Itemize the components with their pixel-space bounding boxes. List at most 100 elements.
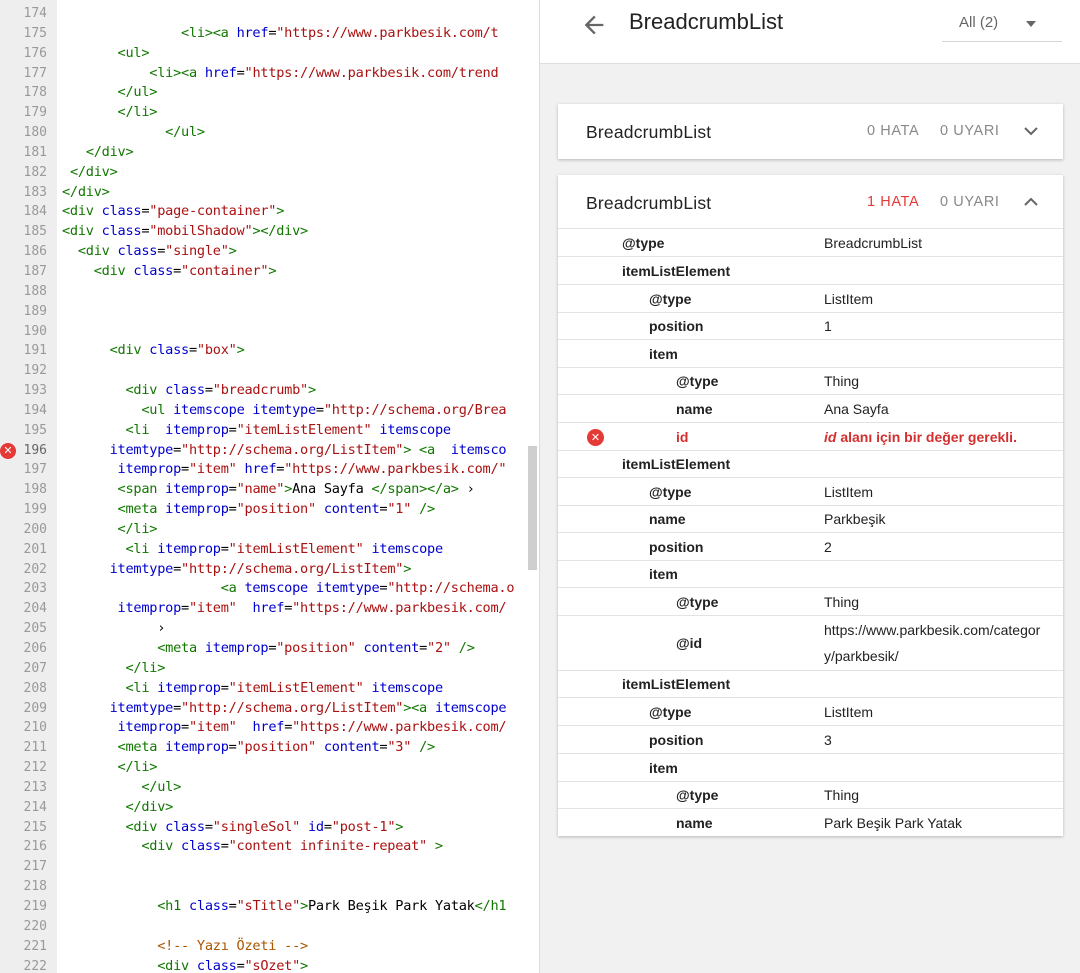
code-line: 175 <li><a href="https://www.parkbesik.c… (0, 24, 540, 44)
property-row[interactable]: item (558, 560, 1063, 587)
property-key: @type (676, 373, 719, 389)
property-row[interactable]: position 3 (558, 725, 1063, 753)
code-token: <meta (117, 501, 166, 518)
code-text: <li><a href="https://www.parkbesik.com/t (62, 24, 499, 44)
code-token: "box" (196, 342, 237, 359)
property-row[interactable]: item (558, 339, 1063, 367)
property-key: @type (649, 484, 692, 500)
code-token: = (181, 461, 189, 478)
error-count: 1 HATA (867, 194, 920, 210)
code-text: </li> (62, 659, 165, 679)
line-number: 217 (23, 859, 47, 875)
property-row[interactable]: @type Thing (558, 367, 1063, 394)
code-line: 200 </li> (0, 520, 540, 540)
code-token: "breadcrumb" (212, 382, 308, 399)
code-line: 190 (0, 322, 540, 342)
code-token: itemprop (204, 640, 269, 656)
code-token: itemprop (165, 421, 229, 438)
code-token: class (149, 342, 189, 359)
property-key: @type (676, 787, 719, 803)
code-token: class (101, 223, 142, 240)
property-row[interactable]: position 2 (558, 532, 1063, 560)
line-number: 178 (23, 85, 47, 101)
property-row[interactable]: itemListElement (558, 256, 1063, 284)
code-token: class (133, 262, 174, 279)
code-editor[interactable]: 174 175 <li><a href="https://www.parkbesi… (0, 0, 540, 973)
code-token: "https://www.parkbesik.com/trend (244, 64, 499, 81)
code-token: > (395, 818, 404, 835)
code-token: "https://www.parkbesik.com/" (284, 461, 507, 478)
property-row[interactable]: position 1 (558, 312, 1063, 339)
code-text: itemprop="item" href="https://www.parkbe… (62, 460, 507, 480)
line-number: 192 (23, 363, 47, 379)
error-count: 0 HATA (867, 123, 920, 139)
filter-select[interactable]: All (2) (942, 4, 1062, 42)
code-text: <!-- Yazı Özeti --> (62, 937, 308, 957)
error-circle-icon: ✕ (587, 429, 604, 446)
property-row[interactable]: @type ListItem (558, 477, 1063, 505)
line-number: 196 (23, 442, 47, 458)
code-token: = (284, 719, 293, 736)
property-row[interactable]: itemListElement (558, 670, 1063, 697)
property-row[interactable]: name Park Beşik Park Yatak (558, 808, 1063, 836)
code-lines: 174 175 <li><a href="https://www.parkbesi… (0, 4, 540, 973)
code-scrollbar[interactable] (528, 446, 537, 570)
code-token: "itemListElement" (228, 679, 364, 696)
result-card-header[interactable]: BreadcrumbList 0 HATA 0 UYARI (558, 104, 1063, 159)
back-button[interactable] (580, 11, 608, 39)
card-title: BreadcrumbList (586, 193, 712, 213)
property-row[interactable]: @type ListItem (558, 697, 1063, 725)
code-text: </li> (62, 103, 158, 123)
code-token: itemprop (157, 679, 221, 696)
property-row[interactable]: @type Thing (558, 781, 1063, 808)
property-key: position (649, 732, 704, 748)
code-token: content (315, 501, 380, 518)
code-text: <span itemprop="name">Ana Sayfa </span><… (62, 480, 475, 500)
code-token: "https://www.parkbesik.com/ (292, 719, 507, 736)
property-value: Ana Sayfa (824, 401, 889, 417)
property-row[interactable]: @id https://www.parkbesik.com/category/pa… (558, 615, 1063, 670)
code-token: = (173, 699, 182, 716)
line-number: 206 (23, 641, 47, 656)
code-token: /> (450, 640, 475, 656)
line-number: 185 (23, 224, 47, 240)
code-token: temscope itemtype (244, 580, 380, 597)
line-number: 194 (23, 402, 47, 418)
code-line: 181 </div> (0, 143, 540, 163)
code-token: = (157, 243, 166, 260)
code-text: <div class="breadcrumb"> (62, 381, 316, 401)
property-row[interactable]: item (558, 753, 1063, 781)
code-token: > (236, 342, 245, 359)
property-row[interactable]: @type Thing (558, 587, 1063, 615)
code-token: </div> (125, 798, 174, 815)
code-line: 194 <ul itemscope itemtype="http://schem… (0, 401, 540, 421)
property-row-error[interactable]: ✕ id id alanı için bir değer gerekli. (558, 422, 1063, 450)
code-text: › (62, 619, 165, 639)
property-row[interactable]: @type BreadcrumbList (558, 228, 1063, 256)
line-number: 209 (23, 700, 47, 716)
warning-count: 0 UYARI (940, 194, 1000, 210)
code-token: </div> (85, 143, 134, 160)
property-key: name (649, 511, 686, 527)
code-token: </div> (62, 183, 110, 200)
property-row[interactable]: @type ListItem (558, 284, 1063, 312)
code-text: </ul> (62, 778, 181, 798)
property-row[interactable]: name Parkbeşik (558, 505, 1063, 532)
line-number: 202 (23, 561, 47, 577)
code-line: 179 </li> (0, 103, 540, 123)
property-value: ListItem (824, 291, 874, 307)
property-row[interactable]: name Ana Sayfa (558, 394, 1063, 422)
code-token: href (236, 24, 269, 41)
result-card-header[interactable]: BreadcrumbList 1 HATA 0 UYARI (558, 175, 1063, 230)
property-row[interactable]: itemListElement (558, 450, 1063, 477)
property-key: itemListElement (622, 456, 731, 472)
code-token: class (165, 818, 205, 835)
